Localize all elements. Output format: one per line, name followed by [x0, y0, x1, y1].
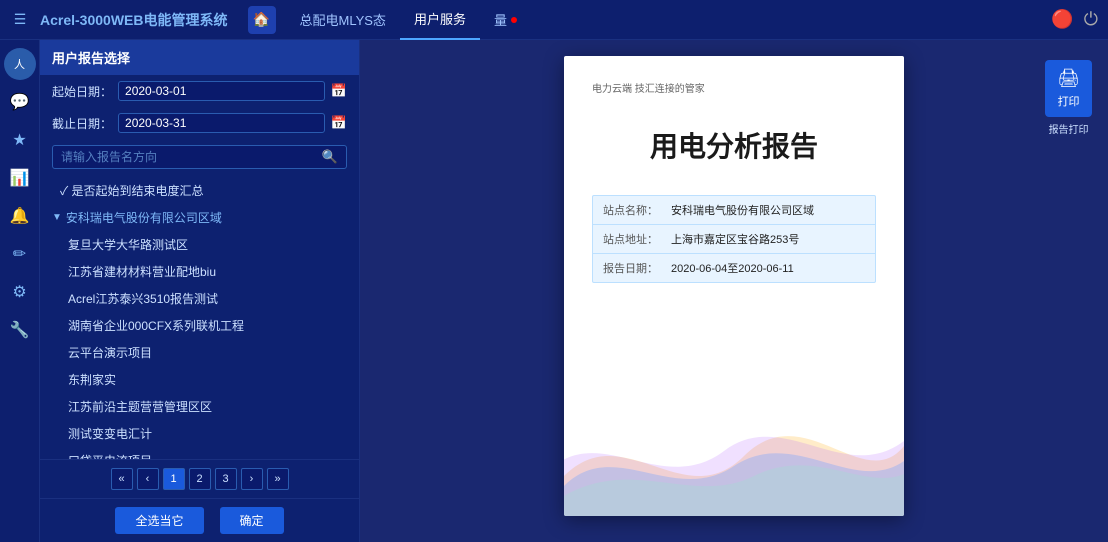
info-row-date-range: 报告日期： 2020-06-04至2020-06-11	[593, 254, 875, 282]
start-date-row: 起始日期： 📅	[40, 75, 359, 107]
top-nav: ☰ Acrel-3000WEB电能管理系统 🏠 总配电MLYS态 用户服务 量 …	[0, 0, 1108, 40]
report-document: 电力云端 技汇连接的管家 用电分析报告 站点名称： 安科瑞电气股份有限公司区域 …	[564, 56, 904, 516]
list-item[interactable]: 复旦大学大华路测试区	[40, 231, 359, 258]
wrench-icon[interactable]: 🔧	[4, 314, 36, 346]
start-date-label: 起始日期：	[52, 83, 112, 100]
wave-decoration	[564, 396, 904, 516]
report-list: ✓ 是否起始到结束电度汇总 ▼ 安科瑞电气股份有限公司区域 复旦大学大华路测试区…	[40, 175, 359, 459]
address-label: 站点地址：	[603, 231, 663, 247]
page-last-button[interactable]: »	[267, 468, 289, 490]
search-input[interactable]	[61, 150, 318, 164]
pencil-icon[interactable]: ✏	[4, 238, 36, 270]
chat-icon[interactable]: 💬	[4, 86, 36, 118]
chart-bar-icon[interactable]: 📊	[4, 162, 36, 194]
nav-item-quantity[interactable]: 量	[480, 0, 531, 40]
page-next-button[interactable]: ›	[241, 468, 263, 490]
page-first-button[interactable]: «	[111, 468, 133, 490]
site-name-value: 安科瑞电气股份有限公司区域	[671, 202, 814, 218]
list-item[interactable]: 测试变变电汇计	[40, 420, 359, 447]
nav-menu: 总配电MLYS态 用户服务 量	[286, 0, 1042, 40]
end-date-input[interactable]	[118, 113, 325, 133]
page-1-button[interactable]: 1	[163, 468, 185, 490]
panel-header: 用户报告选择	[40, 40, 359, 75]
nav-item-dashboard[interactable]: 总配电MLYS态	[286, 0, 400, 40]
list-item[interactable]: 江苏省建材材料营业配地biu	[40, 258, 359, 285]
date-range-value: 2020-06-04至2020-06-11	[671, 260, 794, 276]
nav-badge	[511, 17, 517, 23]
end-date-row: 截止日期： 📅	[40, 107, 359, 139]
user-avatar[interactable]: 人	[4, 48, 36, 80]
list-item[interactable]: 云平台演示项目	[40, 339, 359, 366]
list-item[interactable]: Acrel江苏泰兴3510报告测试	[40, 285, 359, 312]
search-icon[interactable]: 🔍	[322, 149, 338, 165]
nav-right-area: 🔴 ⏻	[1051, 9, 1098, 30]
nav-item-user-service[interactable]: 用户服务	[400, 0, 480, 40]
page-3-button[interactable]: 3	[215, 468, 237, 490]
print-sub-label: 报告打印	[1049, 121, 1089, 136]
pagination: « ‹ 1 2 3 › »	[40, 459, 359, 498]
page-prev-button[interactable]: ‹	[137, 468, 159, 490]
bell-sidebar-icon[interactable]: 🔔	[4, 200, 36, 232]
print-label: 打印	[1058, 93, 1080, 109]
list-item[interactable]: 口袋平电流项目	[40, 447, 359, 459]
calendar-end-icon[interactable]: 📅	[331, 115, 347, 131]
list-item[interactable]: 东荆家实	[40, 366, 359, 393]
report-top-text: 电力云端 技汇连接的管家	[592, 80, 876, 95]
search-box: 🔍	[52, 145, 347, 169]
start-date-input[interactable]	[118, 81, 325, 101]
calendar-start-icon[interactable]: 📅	[331, 83, 347, 99]
sidebar-icons: 人 💬 ★ 📊 🔔 ✏ ⚙ 🔧	[0, 40, 40, 542]
list-item[interactable]: 江苏前沿主题营营管理区区	[40, 393, 359, 420]
printer-icon: 🖨	[1057, 68, 1080, 89]
star-icon[interactable]: ★	[4, 124, 36, 156]
end-date-label: 截止日期：	[52, 115, 112, 132]
site-name-label: 站点名称：	[603, 202, 663, 218]
search-row: 🔍	[40, 139, 359, 175]
info-row-address: 站点地址： 上海市嘉定区宝谷路253号	[593, 225, 875, 254]
bottom-buttons: 全选当它 确定	[40, 498, 359, 542]
page-2-button[interactable]: 2	[189, 468, 211, 490]
nav-logo-icon: ☰	[10, 10, 30, 30]
info-row-site-name: 站点名称： 安科瑞电气股份有限公司区域	[593, 196, 875, 225]
main-area: 人 💬 ★ 📊 🔔 ✏ ⚙ 🔧 用户报告选择 起始日期： 📅 截止日期： 📅 🔍	[0, 40, 1108, 542]
print-panel: 🖨 打印 报告打印	[1045, 60, 1092, 136]
list-item[interactable]: 湖南省企业000CFX系列联机工程	[40, 312, 359, 339]
address-value: 上海市嘉定区宝谷路253号	[671, 231, 799, 247]
right-content: 电力云端 技汇连接的管家 用电分析报告 站点名称： 安科瑞电气股份有限公司区域 …	[360, 40, 1108, 542]
list-item[interactable]: ✓ 是否起始到结束电度汇总	[40, 177, 359, 204]
bell-icon[interactable]: 🔴	[1051, 9, 1073, 30]
home-button[interactable]: 🏠	[248, 6, 276, 34]
date-range-label: 报告日期：	[603, 260, 663, 276]
left-panel: 用户报告选择 起始日期： 📅 截止日期： 📅 🔍 ✓ 是否起始到结束电度汇总 ▼…	[40, 40, 360, 542]
confirm-button[interactable]: 确定	[220, 507, 284, 534]
report-info-table: 站点名称： 安科瑞电气股份有限公司区域 站点地址： 上海市嘉定区宝谷路253号 …	[592, 195, 876, 283]
list-item-parent[interactable]: ▼ 安科瑞电气股份有限公司区域	[40, 204, 359, 231]
print-button[interactable]: 🖨 打印	[1045, 60, 1092, 117]
select-all-button[interactable]: 全选当它	[115, 507, 203, 534]
app-title: Acrel-3000WEB电能管理系统	[40, 10, 228, 30]
power-icon[interactable]: ⏻	[1084, 9, 1098, 30]
settings-icon[interactable]: ⚙	[4, 276, 36, 308]
report-main-title: 用电分析报告	[592, 125, 876, 165]
